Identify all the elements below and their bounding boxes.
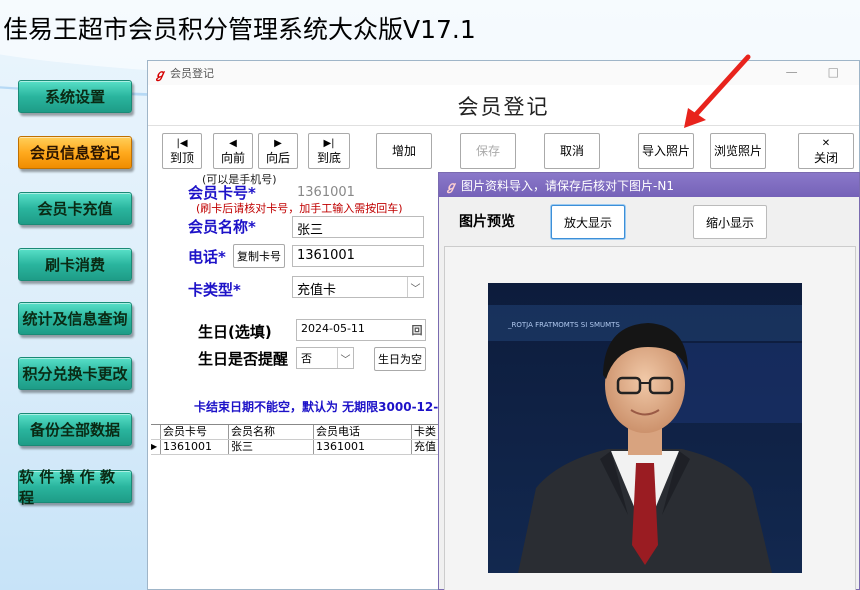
chevron-down-icon[interactable]: ﹀ (337, 348, 353, 368)
birthday-label: 生日(选填) (198, 323, 272, 341)
window-title: 会员登记 (170, 67, 215, 80)
close-icon: ✕ (821, 138, 831, 149)
end-date-note: 卡结束日期不能空，默认为 无期限3000-12- (194, 400, 439, 414)
last-icon: ▶| (323, 138, 335, 149)
app-title: 佳易王超市会员积分管理系统大众版V17.1 (3, 15, 476, 44)
row-pointer-icon: ▶ (151, 440, 161, 454)
birthday-remind-select[interactable]: 否 ﹀ (296, 347, 354, 369)
maximize-button[interactable]: □ (828, 65, 839, 79)
table-header: 会员卡号 会员名称 会员电话 卡类 (151, 425, 443, 440)
birthday-remind-label: 生日是否提醒 (198, 350, 289, 368)
close-button[interactable]: ✕ 关闭 (798, 133, 854, 169)
chevron-down-icon[interactable]: ﹀ (407, 277, 423, 297)
card-type-select[interactable]: 充值卡 ﹀ (292, 276, 424, 298)
birthday-field[interactable]: 2024-05-11 回 (296, 319, 426, 341)
minimize-button[interactable]: — (786, 65, 798, 79)
import-photo-button[interactable]: 导入照片 (638, 133, 694, 169)
column-header[interactable]: 会员名称 (229, 425, 314, 439)
nav-backup-data[interactable]: 备份全部数据 (18, 413, 132, 446)
nav-member-registration[interactable]: 会员信息登记 (18, 136, 132, 169)
card-swipe-hint: (刷卡后请核对卡号，加手工输入需按回车) (196, 202, 403, 215)
window-titlebar: ℊ 会员登记 — □ (148, 61, 859, 85)
save-button[interactable]: 保存 (460, 133, 516, 169)
dialog-titlebar: ℊ 图片资料导入，请保存后核对下图片-N1 (439, 173, 859, 197)
table-row[interactable]: ▶ 1361001 张三 1361001 充值 (151, 440, 443, 455)
phone-field[interactable]: 1361001 (292, 245, 424, 267)
app-logo-icon: ℊ (445, 178, 458, 193)
nav-card-consumption[interactable]: 刷卡消费 (18, 248, 132, 281)
zoom-in-button[interactable]: 放大显示 (551, 205, 625, 239)
prev-icon: ◀ (229, 138, 237, 149)
column-header[interactable]: 会员电话 (314, 425, 412, 439)
first-icon: |◀ (176, 138, 188, 149)
dialog-title: 图片资料导入，请保存后核对下图片-N1 (461, 178, 674, 193)
zoom-out-button[interactable]: 缩小显示 (693, 205, 767, 239)
nav-system-settings[interactable]: 系统设置 (18, 80, 132, 113)
copy-card-no-button[interactable]: 复制卡号 (233, 244, 285, 268)
member-name-label: 会员名称* (188, 218, 256, 236)
last-record-button[interactable]: ▶| 到底 (308, 133, 350, 169)
nav-points-exchange[interactable]: 积分兑换卡更改 (18, 357, 132, 390)
nav-statistics-query[interactable]: 统计及信息查询 (18, 302, 132, 335)
card-type-label: 卡类型* (188, 281, 241, 299)
form-heading: 会员登记 (457, 95, 550, 119)
member-photo: _ROTJA FRATMOMTS SI SMUMTS (488, 283, 802, 573)
browse-photo-button[interactable]: 浏览照片 (710, 133, 766, 169)
add-button[interactable]: 增加 (376, 133, 432, 169)
nav-card-recharge[interactable]: 会员卡充值 (18, 192, 132, 225)
app-logo-icon: ℊ (154, 66, 167, 81)
photo-banner-text: _ROTJA FRATMOMTS SI SMUMTS (507, 321, 620, 329)
nav-tutorial[interactable]: 软 件 操 作 教 程 (18, 468, 132, 507)
member-table: 会员卡号 会员名称 会员电话 卡类 ▶ 1361001 张三 1361001 充… (151, 424, 443, 455)
prev-record-button[interactable]: ◀ 向前 (213, 133, 253, 169)
clear-birthday-button[interactable]: 生日为空 (374, 347, 426, 371)
calendar-icon[interactable]: 回 (409, 320, 425, 340)
photo-preview-area: _ROTJA FRATMOMTS SI SMUMTS (444, 246, 856, 590)
next-icon: ▶ (274, 138, 282, 149)
next-record-button[interactable]: ▶ 向后 (258, 133, 298, 169)
photo-import-dialog: ℊ 图片资料导入，请保存后核对下图片-N1 图片预览 放大显示 缩小显示 _RO… (438, 172, 860, 590)
cancel-button[interactable]: 取消 (544, 133, 600, 169)
column-header[interactable]: 会员卡号 (161, 425, 229, 439)
member-name-field[interactable]: 张三 (292, 216, 424, 238)
first-record-button[interactable]: |◀ 到顶 (162, 133, 202, 169)
preview-label: 图片预览 (459, 214, 515, 230)
phone-label: 电话* (188, 248, 226, 266)
